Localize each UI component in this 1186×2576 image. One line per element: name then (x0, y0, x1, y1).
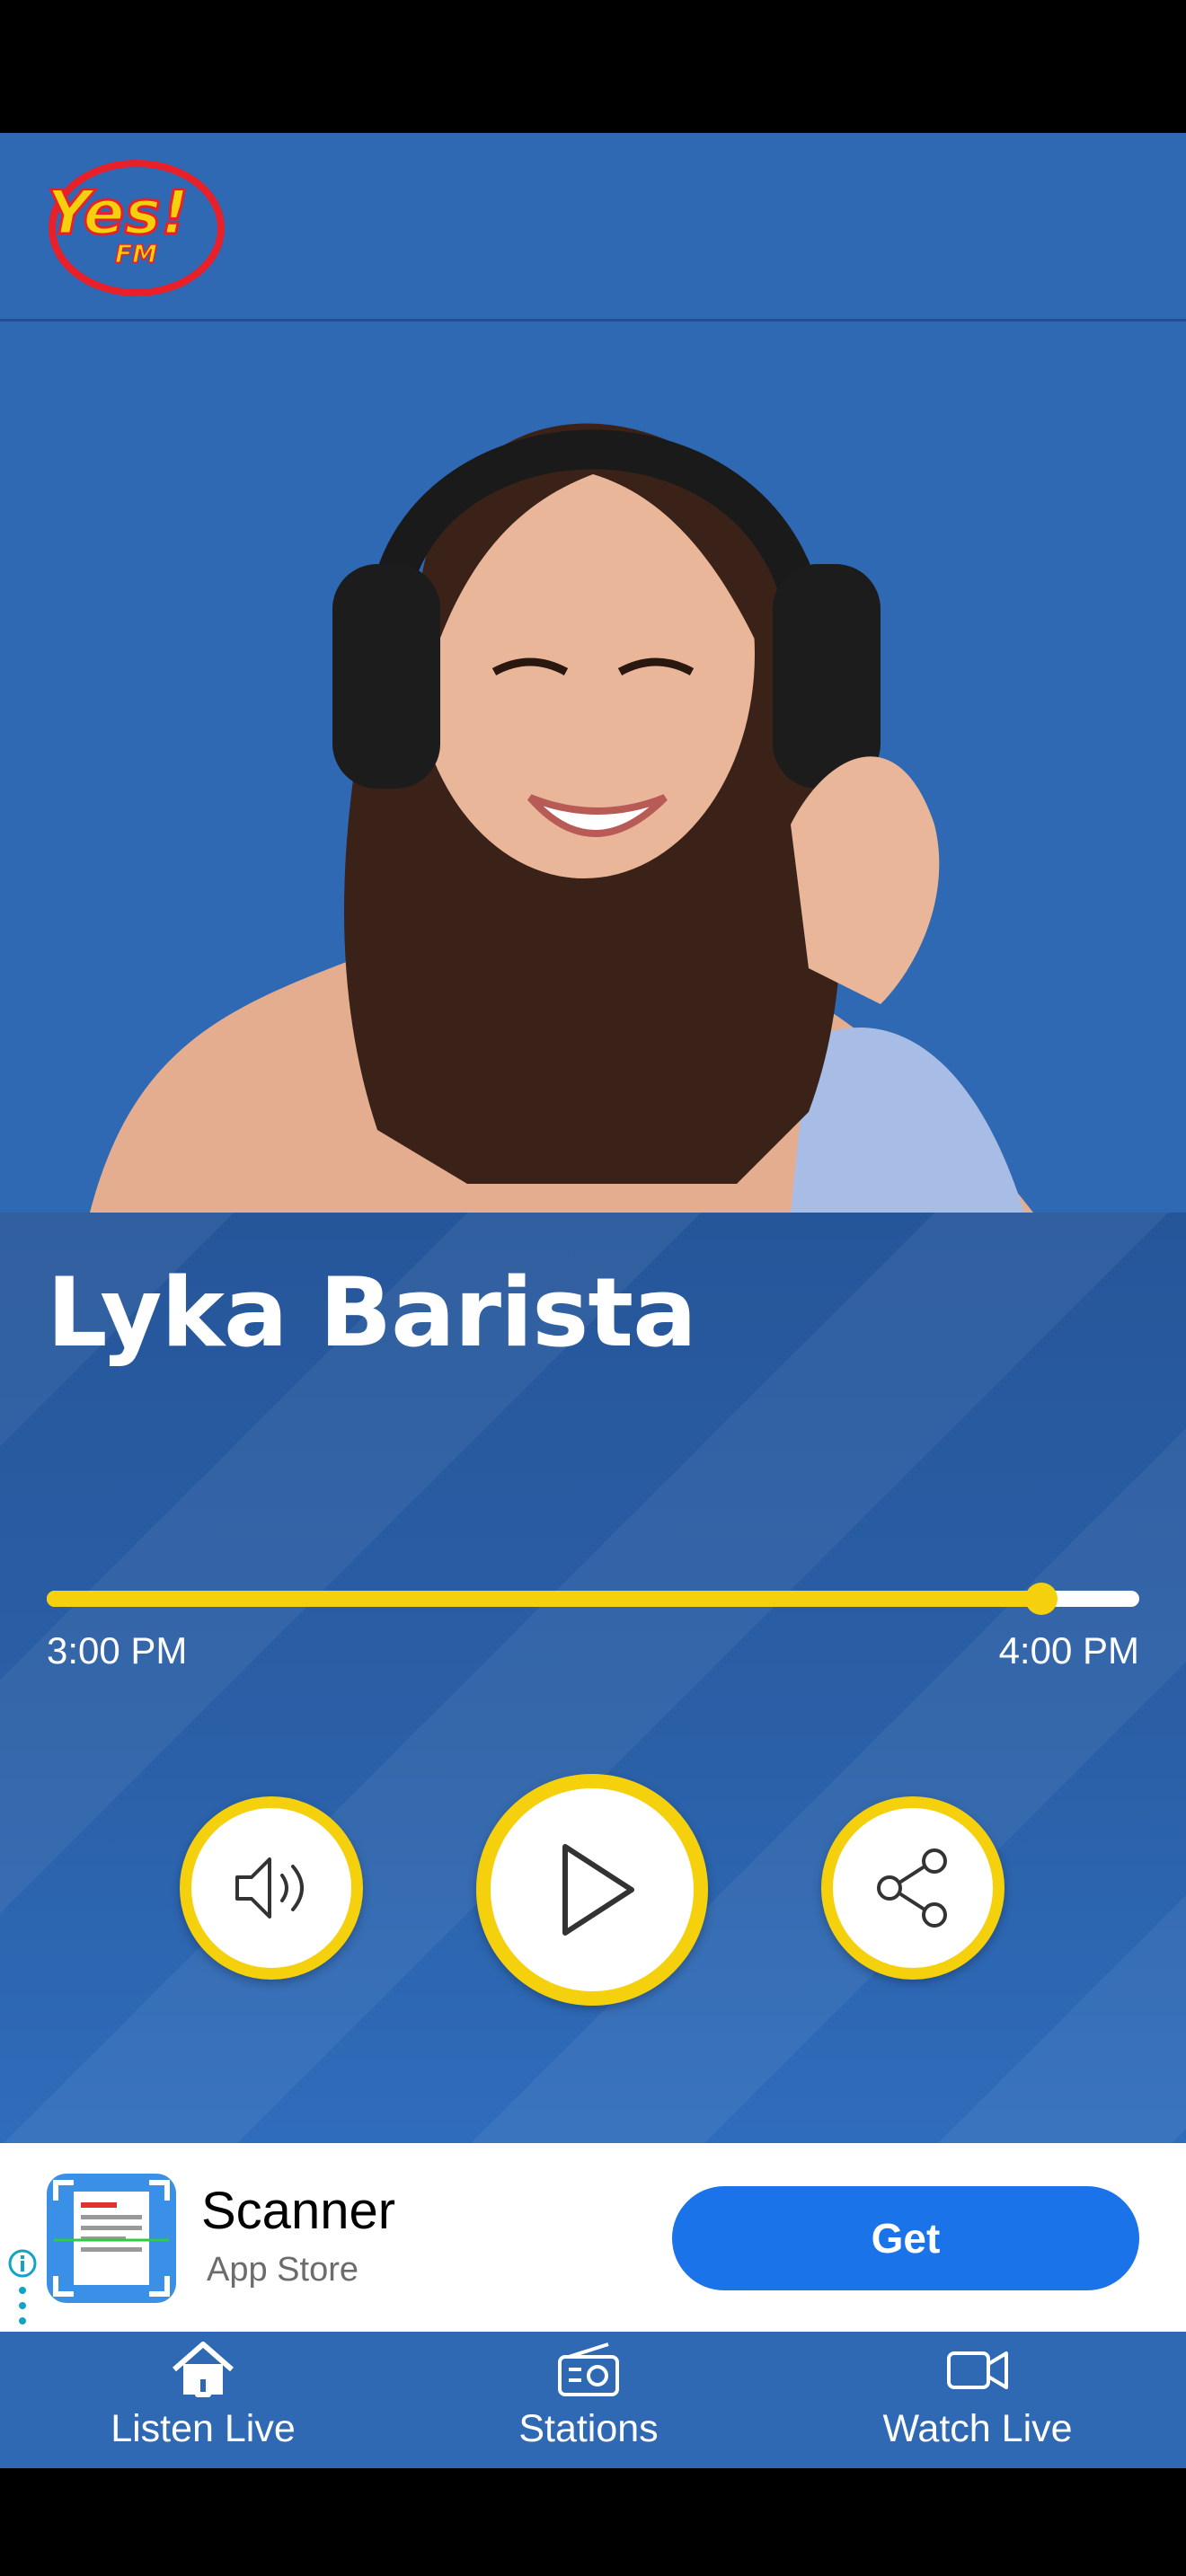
logo-subtext: FM (115, 239, 157, 269)
end-time: 4:00 PM (998, 1629, 1139, 1672)
nav-stations-label: Stations (518, 2407, 659, 2450)
radio-icon (558, 2342, 619, 2396)
ad-title: Scanner (201, 2182, 396, 2240)
progress-thumb[interactable] (1025, 1583, 1058, 1615)
play-button[interactable] (476, 1774, 708, 2006)
yes-fm-logo[interactable]: Yes! FM (43, 154, 226, 298)
status-bar (0, 0, 1186, 133)
nav-stations[interactable]: Stations (454, 2335, 723, 2465)
nav-watch-live-label: Watch Live (882, 2407, 1073, 2450)
nav-listen-live[interactable]: Listen Live (68, 2335, 338, 2465)
system-bottom-bar (0, 2468, 1186, 2576)
host-photo (0, 322, 1186, 1213)
nav-listen-live-label: Listen Live (111, 2407, 296, 2450)
share-icon (877, 1848, 947, 1928)
home-icon (173, 2342, 234, 2397)
nav-watch-live[interactable]: Watch Live (843, 2335, 1112, 2465)
ad-subtitle: App Store (207, 2251, 358, 2289)
host-name: Lyka Barista (47, 1257, 697, 1368)
play-icon (562, 1844, 634, 1936)
start-time: 3:00 PM (47, 1629, 188, 1672)
progress-fill (47, 1591, 1041, 1607)
ad-options-icon[interactable] (18, 2285, 27, 2326)
video-camera-icon (947, 2351, 1008, 2389)
ad-info-icon[interactable] (7, 2248, 38, 2279)
get-button[interactable]: Get (672, 2186, 1139, 2290)
share-button[interactable] (821, 1796, 1005, 1980)
volume-button[interactable] (180, 1796, 363, 1980)
speaker-icon (235, 1857, 304, 1919)
scanner-app-icon[interactable] (47, 2174, 176, 2303)
